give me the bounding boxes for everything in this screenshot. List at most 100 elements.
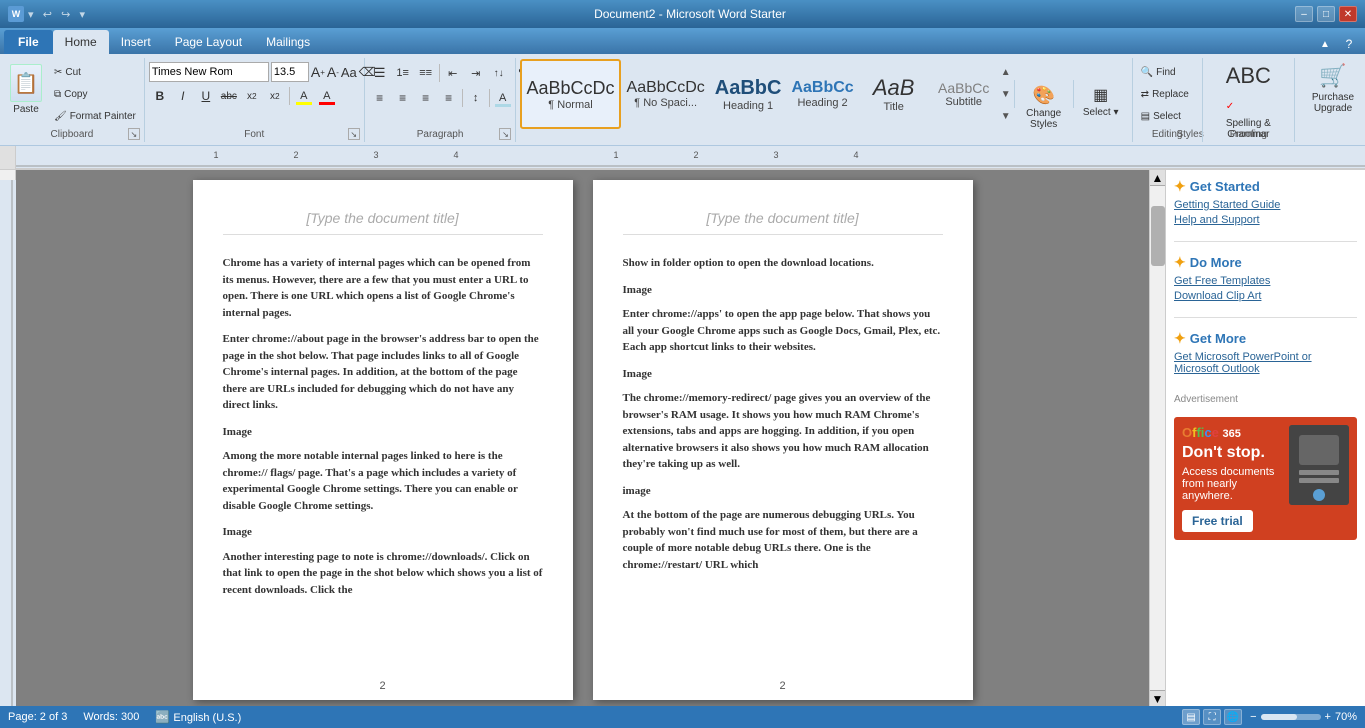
vertical-scrollbar[interactable]: ▲ ▼ [1149,170,1165,706]
decrease-indent-btn[interactable]: ⇤ [442,62,464,84]
style-h2[interactable]: AaBbCc Heading 2 [787,59,857,129]
paste-button[interactable]: 📋 Paste [4,62,48,117]
sort-btn[interactable]: ↑↓ [488,62,510,84]
help-btn[interactable]: ? [1339,34,1359,54]
ad-content: Office 365 Don't stop. Access documents … [1182,425,1349,532]
status-left: Page: 2 of 3 Words: 300 🔤 English (U.S.) [8,710,241,724]
page-2-image-2: Image [623,366,943,383]
scroll-up-btn[interactable]: ▲ [1150,170,1165,186]
zoom-in-btn[interactable]: + [1325,711,1331,723]
font-group: A+ A- Aa ⌫ B I U abc x2 x2 A A Fo [145,58,365,142]
align-left-btn[interactable]: ≡ [369,87,391,109]
font-family-input[interactable] [149,62,269,82]
cut-button[interactable]: ✂ Cut [50,62,140,82]
ad-cta-button[interactable]: Free trial [1182,510,1253,532]
file-tab[interactable]: File [4,30,53,54]
mailings-tab[interactable]: Mailings [254,30,322,54]
replace-button[interactable]: ⇄ Replace [1137,84,1193,104]
paragraph-expand-btn[interactable]: ↘ [499,128,511,140]
zoom-out-btn[interactable]: − [1250,711,1256,723]
page-1-para-2[interactable]: Enter chrome://about page in the browser… [223,331,543,414]
multilevel-btn[interactable]: ≡≡ [415,62,437,84]
underline-button[interactable]: U [195,85,217,107]
page-1-title[interactable]: [Type the document title] [223,210,543,235]
ruler-corner [0,146,16,170]
superscript-button[interactable]: x2 [264,85,286,107]
font-color-btn[interactable]: A [316,85,338,107]
styles-scroll-down[interactable]: ▼ [998,83,1014,105]
print-layout-btn[interactable]: ▤ [1182,709,1200,725]
align-center-btn[interactable]: ≡ [392,87,414,109]
logo-o: O [1182,425,1192,440]
help-support-link[interactable]: Help and Support [1174,214,1357,226]
justify-btn[interactable]: ≡ [438,87,460,109]
page-1-para-4[interactable]: Another interesting page to note is chro… [223,549,543,599]
style-normal[interactable]: AaBbCcDc ¶ Normal [520,59,620,129]
font-size-decrease-btn[interactable]: A- [327,62,339,82]
zoom-control[interactable]: − + 70% [1250,711,1357,723]
full-screen-btn[interactable]: ⛶ [1203,709,1221,725]
page-2-para-3[interactable]: The chrome://memory-redirect/ page gives… [623,390,943,473]
bullets-btn[interactable]: ☰ [369,62,391,84]
font-size-increase-btn[interactable]: A+ [311,62,325,82]
copy-button[interactable]: ⧉ Copy [50,84,140,104]
select-all-button[interactable]: ▤ Select [1137,106,1193,126]
page-layout-tab[interactable]: Page Layout [163,30,254,54]
insert-tab[interactable]: Insert [109,30,163,54]
increase-indent-btn[interactable]: ⇥ [465,62,487,84]
paragraph-label: Paragraph [365,129,516,140]
document-area[interactable]: [Type the document title] Chrome has a v… [16,170,1149,706]
style-h2-preview: AaBbCc [791,79,853,97]
page-2-para-2[interactable]: Enter chrome://apps' to open the app pag… [623,306,943,356]
clipboard-expand-btn[interactable]: ↘ [128,128,140,140]
scroll-thumb[interactable] [1151,206,1165,266]
font-size-input[interactable] [271,62,309,82]
shading-btn[interactable]: A [492,87,514,109]
change-styles-button[interactable]: 🎨 Change Styles [1019,84,1069,104]
highlight-color-btn[interactable]: A [293,85,315,107]
style-subtitle[interactable]: AaBbCc Subtitle [930,59,998,129]
minimize-button[interactable]: – [1295,6,1313,22]
styles-scroll-up[interactable]: ▲ [998,61,1014,83]
line-spacing-btn[interactable]: ↕ [465,87,487,109]
style-title[interactable]: AaB Title [860,59,928,129]
close-button[interactable]: ✕ [1339,6,1357,22]
change-case-btn[interactable]: Aa [341,62,357,82]
page-1-para-1[interactable]: Chrome has a variety of internal pages w… [223,255,543,321]
ribbon-collapse-btn[interactable]: ▲ [1315,34,1335,54]
select-button[interactable]: ▦ Select ▾ [1076,84,1126,104]
format-painter-button[interactable]: 🖌 Format Painter [50,106,140,126]
page-2-title[interactable]: [Type the document title] [623,210,943,235]
find-button[interactable]: 🔍 Find [1137,62,1193,82]
upgrade-group: 🛒 Purchase Upgrade [1295,58,1365,142]
get-free-templates-link[interactable]: Get Free Templates [1174,275,1357,287]
language-indicator: 🔤 English (U.S.) [155,710,241,724]
page-2-para-4[interactable]: At the bottom of the page are numerous d… [623,507,943,573]
para-row2: ≡ ≡ ≡ ≡ ↕ A ⊞ [369,87,537,109]
styles-scroll-more[interactable]: ▼ [998,105,1014,127]
zoom-slider[interactable] [1261,714,1321,720]
page-2-para-1[interactable]: Show in folder option to open the downlo… [623,255,943,272]
purchase-upgrade-button[interactable]: 🛒 Purchase Upgrade [1299,62,1365,82]
page-info: Page: 2 of 3 [8,711,67,723]
align-right-btn[interactable]: ≡ [415,87,437,109]
scroll-down-btn[interactable]: ▼ [1150,690,1165,706]
web-layout-btn[interactable]: 🌐 [1224,709,1242,725]
get-powerpoint-link[interactable]: Get Microsoft PowerPoint or Microsoft Ou… [1174,351,1357,375]
italic-button[interactable]: I [172,85,194,107]
font-expand-btn[interactable]: ↘ [348,128,360,140]
strikethrough-button[interactable]: abc [218,85,240,107]
restore-button[interactable]: □ [1317,6,1335,22]
numbering-btn[interactable]: 1≡ [392,62,414,84]
page-1-para-3[interactable]: Among the more notable internal pages li… [223,448,543,514]
getting-started-guide-link[interactable]: Getting Started Guide [1174,199,1357,211]
panel-divider-1 [1174,241,1357,242]
download-clip-art-link[interactable]: Download Clip Art [1174,290,1357,302]
subscript-button[interactable]: x2 [241,85,263,107]
spelling-button[interactable]: ABC✓ Spelling & Grammar [1207,62,1290,82]
home-tab[interactable]: Home [53,30,109,54]
bold-button[interactable]: B [149,85,171,107]
style-nospacing[interactable]: AaBbCcDc ¶ No Spaci... [623,59,709,129]
svg-text:3: 3 [373,150,378,160]
style-h1[interactable]: AaBbC Heading 1 [711,59,786,129]
